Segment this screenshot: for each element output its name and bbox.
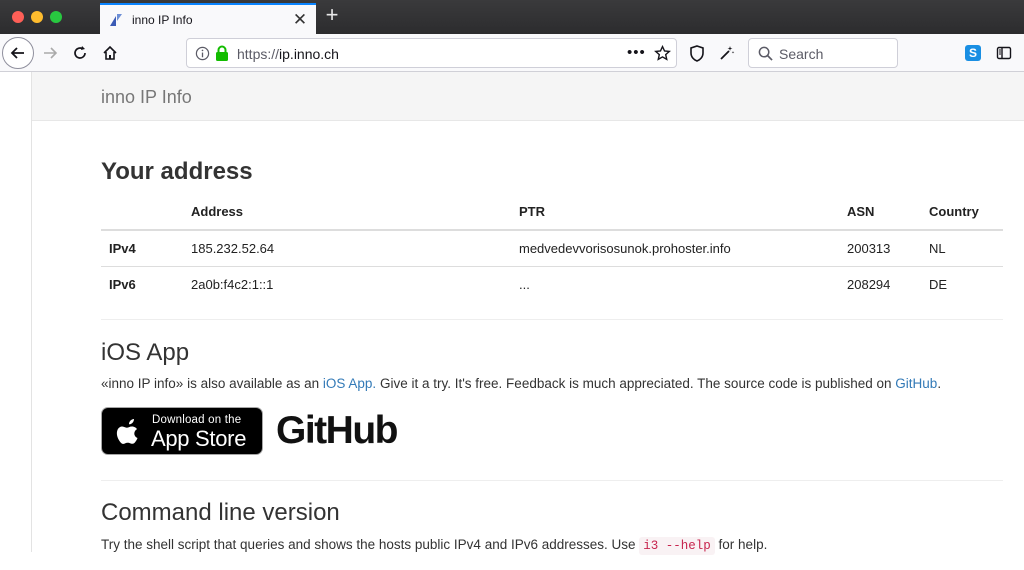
table-row: IPv6 2a0b:f4c2:1::1 ... 208294 DE [101, 266, 1003, 302]
app-store-badge[interactable]: Download on the App Store [101, 407, 263, 455]
site-navbar: inno IP Info [32, 72, 1024, 121]
table-row: IPv4 185.232.52.64 medvedevvorisosunok.p… [101, 230, 1003, 267]
home-button[interactable] [94, 37, 126, 69]
page-border [31, 72, 32, 552]
sidebar-toggle-button[interactable] [988, 37, 1020, 69]
section-divider [101, 480, 1003, 481]
address-table: Address PTR ASN Country IPv4 185.232.52.… [101, 194, 1003, 302]
new-tab-button[interactable]: + [320, 4, 344, 28]
search-bar[interactable]: Search [748, 38, 898, 68]
command-line-description: Try the shell script that queries and sh… [101, 537, 768, 555]
column-header-label [101, 194, 183, 231]
github-link[interactable]: GitHub [895, 376, 937, 391]
back-arrow-icon [10, 47, 24, 59]
country-value: NL [921, 230, 1003, 267]
back-button[interactable] [2, 37, 34, 69]
forward-arrow-icon [44, 47, 58, 59]
apple-logo-icon [116, 419, 138, 444]
site-favicon-icon [108, 12, 124, 28]
help-command-code: i3 --help [639, 537, 715, 555]
lock-icon[interactable] [215, 45, 229, 61]
tracking-protection-button[interactable] [681, 37, 713, 69]
magic-wand-icon [720, 46, 735, 60]
tab-strip: inno IP Info ✕ + [0, 0, 1024, 34]
reload-button[interactable] [64, 37, 96, 69]
ios-app-link[interactable]: iOS App. [323, 376, 376, 391]
row-label: IPv4 [101, 230, 183, 267]
ip-address: 2a0b:f4c2:1::1 [191, 276, 274, 292]
zoom-window-button[interactable] [50, 11, 62, 23]
page-content: inno IP Info Your address Address PTR AS… [0, 72, 1024, 570]
bookmark-star-icon[interactable] [654, 45, 671, 62]
s-extension-icon: S [965, 45, 981, 61]
row-label: IPv6 [109, 276, 136, 292]
section-divider [101, 319, 1003, 320]
home-icon [103, 45, 117, 60]
app-store-small-label: Download on the [152, 414, 242, 426]
search-icon [758, 46, 773, 61]
extension-button[interactable]: S [957, 37, 989, 69]
shield-icon [690, 44, 704, 62]
column-header-address: Address [183, 194, 511, 231]
ptr-value: medvedevvorisosunok.prohoster.info [511, 230, 839, 267]
sidebar-icon [996, 46, 1012, 60]
github-logo[interactable]: GitHub [276, 409, 398, 453]
tab-inno-ip-info[interactable]: inno IP Info ✕ [100, 3, 316, 34]
info-icon[interactable] [195, 46, 210, 61]
page-actions-menu-icon[interactable]: ••• [627, 44, 646, 61]
command-line-heading: Command line version [101, 499, 340, 526]
app-store-big-label: App Store [151, 426, 247, 451]
column-header-country: Country [921, 194, 1003, 231]
column-header-asn: ASN [839, 194, 921, 231]
site-brand-link[interactable]: inno IP Info [101, 87, 192, 108]
table-header-row: Address PTR ASN Country [101, 194, 1003, 231]
url-text[interactable]: https://ip.inno.ch [237, 46, 339, 62]
ptr-value: ... [519, 276, 530, 292]
close-window-button[interactable] [12, 11, 24, 23]
tab-title: inno IP Info [132, 12, 193, 27]
forward-button[interactable] [34, 37, 66, 69]
url-bar[interactable]: https://ip.inno.ch ••• [186, 38, 677, 68]
ios-app-heading: iOS App [101, 339, 190, 366]
minimize-window-button[interactable] [31, 11, 43, 23]
navigation-toolbar: https://ip.inno.ch ••• Search S [0, 34, 1024, 72]
ios-app-description: «inno IP info» is also available as an i… [101, 376, 942, 391]
customize-button[interactable] [711, 37, 743, 69]
asn-value: 200313 [839, 230, 921, 267]
your-address-heading: Your address [101, 158, 253, 185]
asn-value: 208294 [847, 276, 891, 292]
search-placeholder: Search [779, 46, 824, 62]
column-header-ptr: PTR [511, 194, 839, 231]
country-value: DE [929, 276, 948, 292]
ip-address: 185.232.52.64 [183, 230, 511, 267]
reload-icon [74, 46, 86, 59]
close-tab-icon[interactable]: ✕ [288, 11, 312, 28]
